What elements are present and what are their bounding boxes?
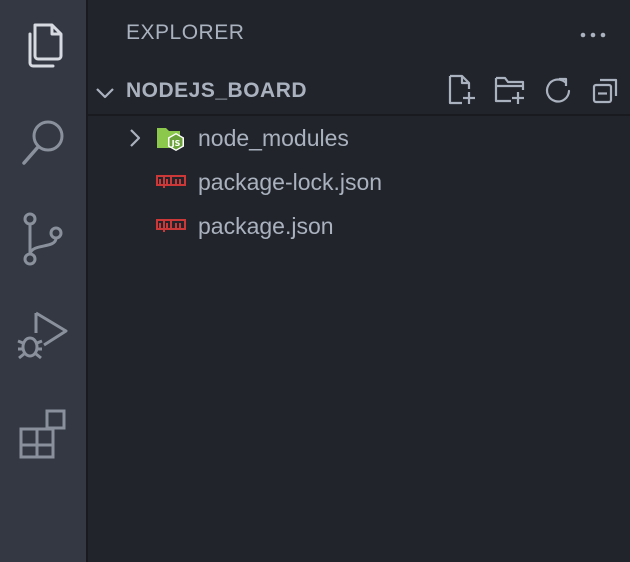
collapse-all-icon: [591, 75, 621, 110]
explorer-title: EXPLORER: [126, 21, 245, 44]
activity-run-debug[interactable]: [0, 302, 86, 372]
npm-icon: [156, 168, 186, 196]
new-file-button[interactable]: [438, 70, 486, 114]
explorer-header: EXPLORER: [88, 0, 630, 70]
refresh-icon: [543, 75, 573, 110]
new-file-icon: [447, 74, 477, 111]
tree-item-node-modules[interactable]: JS node_modules: [88, 116, 630, 160]
source-control-icon: [18, 211, 68, 267]
activity-source-control[interactable]: [0, 204, 86, 274]
chevron-down-icon: [94, 82, 116, 104]
tree-item-label: package-lock.json: [198, 169, 383, 195]
activity-bar: [0, 0, 86, 562]
file-tree: JS node_modules package-lock.json packag…: [88, 116, 630, 248]
activity-explorer[interactable]: [0, 10, 86, 80]
folder-title: NODEJS_BOARD: [126, 79, 308, 102]
svg-text:JS: JS: [171, 139, 181, 148]
explorer-sidebar: EXPLORER NODEJS_BOARD JS node_modules pa…: [86, 0, 630, 562]
activity-extensions[interactable]: [0, 398, 86, 468]
refresh-button[interactable]: [534, 70, 582, 114]
new-folder-button[interactable]: [486, 70, 534, 114]
vscode-window: EXPLORER NODEJS_BOARD JS node_modules pa…: [0, 0, 630, 562]
folder-actions: [438, 70, 630, 114]
tree-item-package-lock-json[interactable]: package-lock.json: [88, 160, 630, 204]
tree-item-package-json[interactable]: package.json: [88, 204, 630, 248]
tree-item-label: package.json: [198, 213, 334, 239]
chevron-right-icon: [124, 127, 146, 149]
search-icon: [18, 116, 68, 170]
new-folder-icon: [494, 74, 526, 111]
npm-icon: [156, 212, 186, 240]
activity-search[interactable]: [0, 108, 86, 178]
run-debug-icon: [16, 309, 70, 365]
tree-item-label: node_modules: [198, 125, 349, 151]
extensions-icon: [17, 407, 69, 459]
ellipsis-icon: [579, 26, 607, 44]
collapse-all-button[interactable]: [582, 70, 630, 114]
nodejs-folder-icon: JS: [156, 124, 186, 152]
more-actions-button[interactable]: [578, 22, 608, 48]
files-icon: [19, 19, 67, 71]
folder-section-header[interactable]: NODEJS_BOARD: [88, 70, 630, 116]
